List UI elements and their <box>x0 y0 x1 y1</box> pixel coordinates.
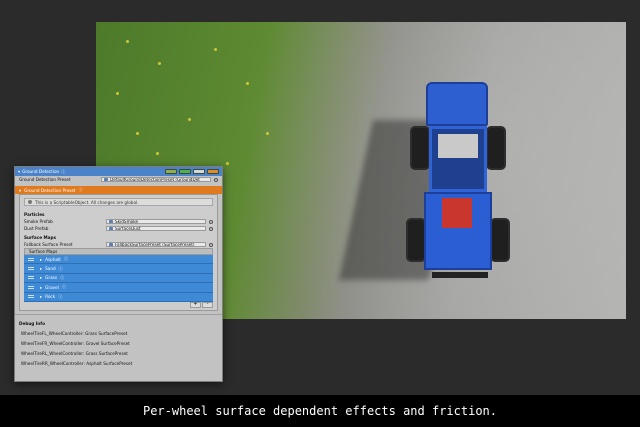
list-footer: + - <box>24 301 213 310</box>
help-icon[interactable]: ⓘ <box>60 275 64 281</box>
caption-bar: Per-wheel surface dependent effects and … <box>0 395 640 427</box>
info-icon <box>28 200 32 204</box>
help-icon[interactable]: ⓘ <box>79 187 83 193</box>
tire-front-right <box>486 126 506 170</box>
list-item[interactable]: ▸ Grass ⓘ <box>24 273 213 284</box>
ground-detection-inspector: ▾ Ground Detection ⓘ Ground Detection Pr… <box>14 166 223 382</box>
dust-prefab-field[interactable]: SurfaceDust <box>106 225 206 232</box>
debug-line: WheelTireRR_WheelController: Asphalt Sur… <box>21 361 133 367</box>
foldout-arrow-icon[interactable]: ▸ <box>40 257 42 262</box>
caption-text: Per-wheel surface dependent effects and … <box>142 404 497 418</box>
ground-detection-preset-row: Ground Detection Preset DefaultGroundDet… <box>15 176 222 183</box>
list-item[interactable]: ▸ Rock ⓘ <box>24 292 213 302</box>
foldout-arrow-icon: ▾ <box>19 187 22 193</box>
scriptable-object-icon <box>104 177 108 182</box>
foldout-arrow-icon[interactable]: ▾ <box>18 169 20 174</box>
foldout-arrow-icon[interactable]: ▸ <box>40 294 42 299</box>
object-picker-icon[interactable] <box>209 226 213 231</box>
object-picker-icon[interactable] <box>214 177 218 182</box>
debug-line: WheelTireFL_WheelController: Grass Surfa… <box>21 331 128 337</box>
list-item[interactable]: ▸ Sand ⓘ <box>24 264 213 274</box>
help-icon[interactable]: ⓘ <box>59 266 63 272</box>
tire-front-left <box>410 126 430 170</box>
foldout-arrow-icon[interactable]: ▸ <box>40 285 42 290</box>
surface-maps-list-header: Surface Maps <box>24 248 213 255</box>
prefab-icon <box>109 219 113 224</box>
monster-truck <box>338 80 510 280</box>
object-picker-icon[interactable] <box>209 219 213 224</box>
foldout-arrow-icon[interactable]: ▸ <box>40 275 42 280</box>
truck-bumper <box>432 272 488 278</box>
tire-rear-left <box>406 218 426 262</box>
drag-handle-icon[interactable] <box>28 276 34 280</box>
debug-line: WheelTireRL_WheelController: Grass Surfa… <box>21 351 128 357</box>
smoke-prefab-row: Smoke Prefab SkidSmoke <box>20 218 217 225</box>
dust-prefab-label: Dust Prefab <box>24 226 49 231</box>
help-icon[interactable]: ⓘ <box>64 256 68 262</box>
help-icon[interactable]: ⓘ <box>61 169 65 175</box>
preset-contents: This is a ScriptableObject. All changes … <box>19 194 218 311</box>
truck-seat <box>442 198 472 228</box>
list-item[interactable]: ▸ Asphalt ⓘ <box>24 255 213 265</box>
drag-handle-icon[interactable] <box>28 295 34 299</box>
drag-handle-icon[interactable] <box>28 257 34 261</box>
help-icon[interactable]: ⓘ <box>58 294 62 300</box>
surface-maps-header: Surface Maps <box>24 235 56 240</box>
truck-roll-cage <box>438 134 478 158</box>
debug-info-header: Debug Info <box>15 313 222 329</box>
particles-header: Particles <box>24 212 45 217</box>
preset-foldout-bar[interactable]: ▾ Ground Detection Preset ⓘ <box>15 186 222 194</box>
toolbar-button[interactable] <box>165 169 177 174</box>
tire-rear-right <box>490 218 510 262</box>
list-item[interactable]: ▸ Gravel ⓘ <box>24 283 213 293</box>
ground-detection-preset-label: Ground Detection Preset <box>19 177 71 182</box>
toolbar-button[interactable] <box>193 169 205 174</box>
toolbar-button[interactable] <box>207 169 219 174</box>
smoke-prefab-label: Smoke Prefab <box>24 219 53 224</box>
ground-detection-preset-field[interactable]: DefaultGroundDetectionPreset (GroundDet <box>101 176 211 183</box>
prefab-icon <box>109 226 113 231</box>
foldout-arrow-icon[interactable]: ▸ <box>40 266 42 271</box>
fallback-surface-label: Fallback Surface Preset <box>24 242 73 247</box>
component-title: Ground Detection <box>22 169 60 174</box>
drag-handle-icon[interactable] <box>28 285 34 289</box>
dust-prefab-row: Dust Prefab SurfaceDust <box>20 225 217 232</box>
scriptable-object-icon <box>109 242 113 247</box>
fallback-surface-field[interactable]: FallbackSurfacePreset (SurfacePreset) <box>106 241 206 248</box>
add-element-button[interactable]: + <box>190 301 201 308</box>
truck-hood <box>426 82 488 126</box>
remove-element-button[interactable]: - <box>202 301 213 308</box>
drag-handle-icon[interactable] <box>28 267 34 271</box>
scriptable-object-note: This is a ScriptableObject. All changes … <box>24 198 213 206</box>
smoke-prefab-field[interactable]: SkidSmoke <box>106 218 206 225</box>
help-icon[interactable]: ⓘ <box>62 284 66 290</box>
debug-line: WheelTireFR_WheelController: Gravel Surf… <box>21 341 130 347</box>
toolbar-button[interactable] <box>179 169 191 174</box>
fallback-surface-row: Fallback Surface Preset FallbackSurfaceP… <box>20 241 217 248</box>
preset-bar-title: Ground Detection Preset <box>24 187 76 193</box>
object-picker-icon[interactable] <box>209 242 213 247</box>
component-title-bar[interactable]: ▾ Ground Detection ⓘ <box>15 167 222 176</box>
